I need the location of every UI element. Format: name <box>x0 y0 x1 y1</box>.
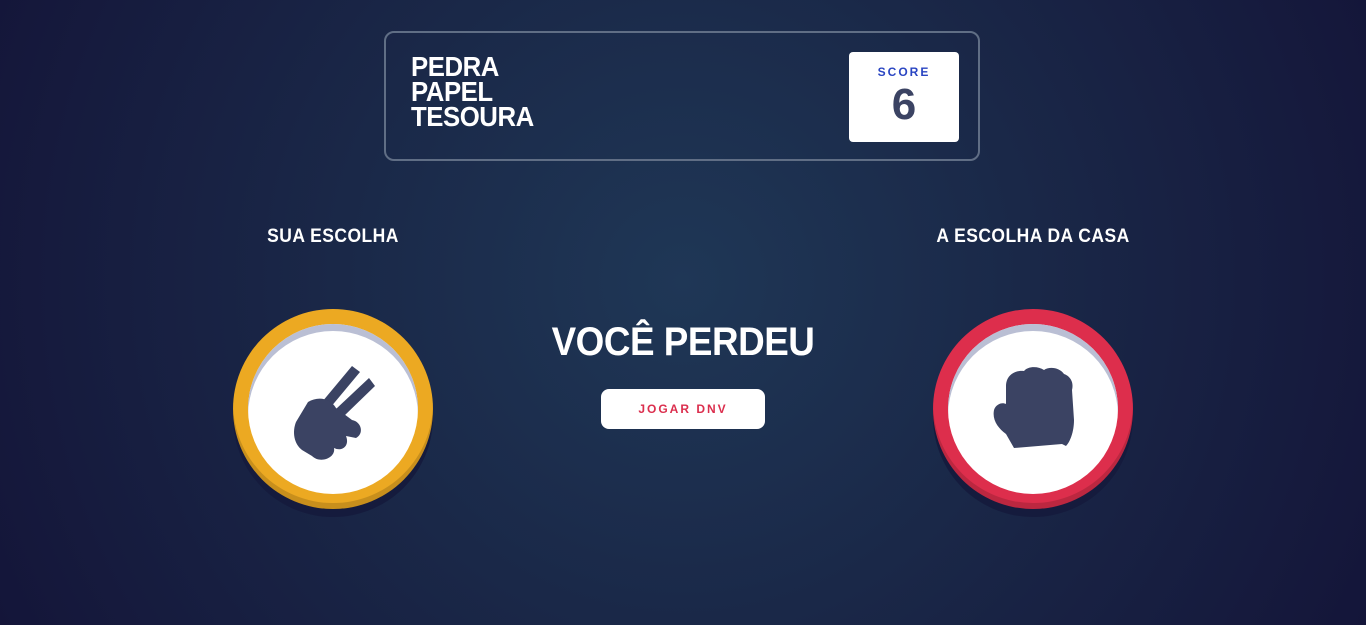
score-label: SCORE <box>877 65 931 79</box>
score-value: 6 <box>891 80 917 129</box>
game-title-line-3: TESOURA <box>411 101 534 132</box>
score-box: SCORE 6 <box>849 52 959 142</box>
rock-fist-body <box>993 367 1074 448</box>
player-pick-token-face <box>248 324 418 494</box>
player-pick-label: SUA ESCOLHA <box>267 226 399 247</box>
house-pick-label: A ESCOLHA DA CASA <box>936 226 1130 247</box>
play-again-button[interactable]: JOGAR DNV <box>601 389 765 429</box>
scoreboard-header: PEDRA PAPEL TESOURA SCORE 6 <box>384 31 980 161</box>
scissors-hand-shape <box>294 366 375 460</box>
rock-fist-shape <box>993 367 1074 448</box>
house-pick-token <box>933 309 1133 509</box>
player-pick-token <box>233 309 433 509</box>
rock-icon <box>993 367 1074 448</box>
game-title: PEDRA PAPEL TESOURA <box>411 53 534 132</box>
house-pick-token-face <box>948 324 1118 494</box>
scissors-icon <box>294 366 375 460</box>
result-text: VOCÊ PERDEU <box>551 320 815 364</box>
